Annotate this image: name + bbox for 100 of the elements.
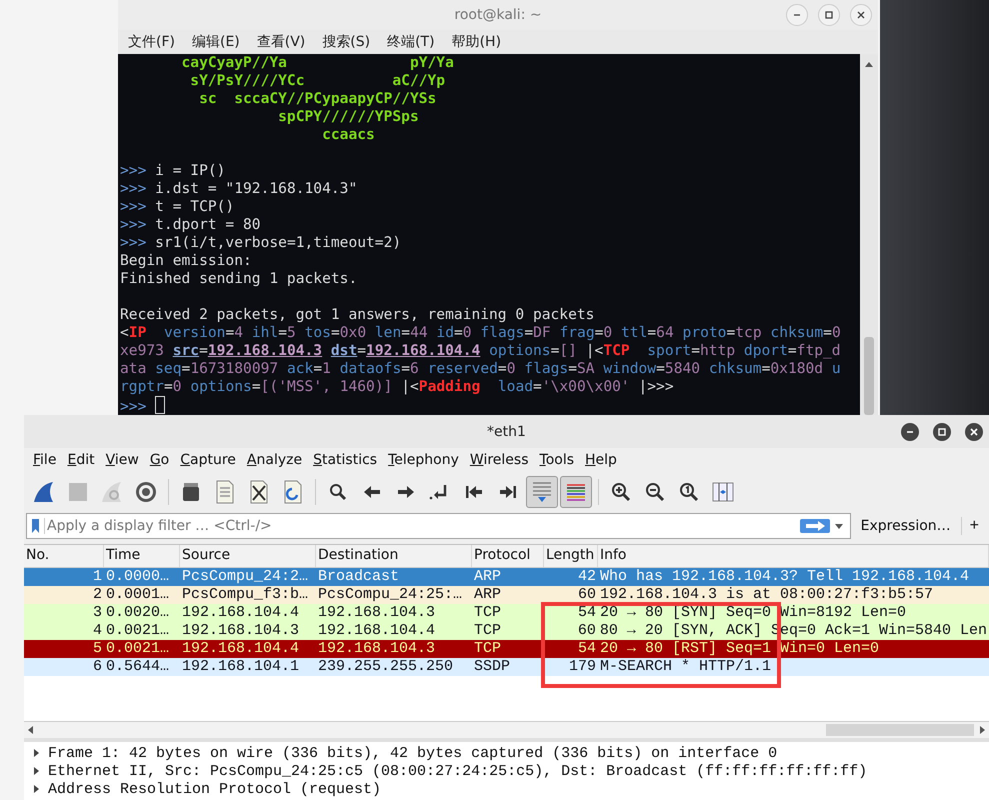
column-header[interactable]: Info	[598, 545, 989, 567]
terminal-text: 4	[234, 324, 244, 341]
terminal-text: u	[830, 360, 841, 377]
scrollbar-thumb[interactable]	[826, 724, 974, 736]
table-cell-text: 0.0021…	[105, 640, 170, 658]
terminal-text: =	[357, 342, 366, 359]
terminal-text: flags	[523, 360, 568, 377]
terminal-text: IP	[128, 324, 146, 341]
packet-row[interactable]: 5 0.0021… 192.168.104.4 192.168.104.3 TCP 54 20 → 80 [RST] Seq=1 Win=0 Len=0	[24, 640, 989, 658]
menu-item[interactable]: 编辑(E)	[192, 33, 240, 51]
table-cell-text: 192.168.104.3	[317, 604, 436, 622]
terminal-text: >>>	[120, 398, 146, 415]
expand-arrow-icon[interactable]	[32, 766, 40, 776]
scroll-up-icon[interactable]	[864, 60, 874, 68]
close-button[interactable]	[965, 423, 983, 441]
table-cell-text: 20 → 80 [RST] Seq=1 Win=0 Len=0	[599, 640, 880, 658]
terminal-text: src	[172, 342, 200, 359]
menu-item[interactable]: Statistics	[313, 452, 378, 468]
scroll-right-icon[interactable]	[978, 725, 986, 735]
scroll-left-icon[interactable]	[27, 725, 35, 735]
terminal-text: >>>	[120, 216, 146, 233]
dropdown-caret-icon[interactable]	[834, 522, 844, 530]
menu-item[interactable]: Go	[150, 452, 170, 468]
terminal-text: 6	[410, 360, 419, 377]
packet-row[interactable]: 6 0.5644… 192.168.104.1 239.255.255.250 SSDP 179 M-SEARCH * HTTP/1.1	[24, 658, 989, 676]
table-cell-text: 0.0021…	[104, 622, 170, 640]
menu-item[interactable]: Help	[585, 452, 617, 468]
terminal-text: i.dst = "192.168.104.3"	[154, 180, 358, 197]
terminal-text: 192.168.104.3	[208, 342, 322, 359]
menu-item[interactable]: Edit	[67, 452, 95, 468]
terminal-text: |>>>	[637, 378, 674, 395]
maximize-button[interactable]	[818, 4, 840, 26]
terminal-text: DF	[533, 324, 551, 341]
menu-item[interactable]: Wireless	[470, 452, 528, 468]
terminal-text: ftp_d	[796, 342, 841, 359]
table-cell-text: SSDP	[473, 658, 512, 676]
window-title: root@kali: ~	[454, 7, 542, 23]
terminal-text: =	[823, 324, 832, 341]
table-cell-text: 192.168.104.1	[181, 658, 300, 676]
table-cell-text: 60	[576, 622, 597, 640]
table-cell-text: 2	[92, 586, 103, 604]
terminal-text: SA	[577, 360, 595, 377]
column-header[interactable]: Source	[180, 545, 316, 567]
terminal-text: chksum	[708, 360, 762, 377]
terminal-text: 1673180097	[190, 360, 278, 377]
terminal-text: Padding	[418, 378, 480, 395]
table-cell-text: 54	[576, 640, 597, 658]
detail-line[interactable]: Frame 1: 42 bytes on wire (336 bits), 42 bytes captured (336 bits) on interface 0	[48, 744, 778, 762]
terminal-text: 0	[462, 324, 472, 341]
scrollbar-thumb[interactable]	[864, 337, 874, 415]
menu-item[interactable]: 帮助(H)	[452, 33, 502, 51]
column-header[interactable]: Destination	[316, 545, 472, 567]
terminal-text: options	[488, 342, 551, 359]
close-button[interactable]	[850, 4, 872, 26]
menu-item[interactable]: Telephony	[388, 452, 459, 468]
terminal-text: =	[533, 378, 542, 395]
detail-line[interactable]: Address Resolution Protocol (request)	[48, 780, 382, 798]
scrollbar[interactable]	[860, 54, 878, 415]
display-filter-field[interactable]: Apply a display filter … <Ctrl-/>	[26, 513, 851, 539]
terminal-text: Begin emission:	[120, 252, 252, 269]
horizontal-scrollbar[interactable]	[24, 721, 989, 738]
packet-row[interactable]: 1 0.0000… PcsCompu_24:2… Broadcast ARP 42 Who has 192.168.104.3? Tell 192.168.104.4	[24, 568, 989, 586]
column-header[interactable]: Time	[104, 545, 180, 567]
column-header[interactable]: Protocol	[472, 545, 544, 567]
minimize-button[interactable]	[901, 423, 919, 441]
table-cell-text: 192.168.104.3 is at 08:00:27:f3:b5:57	[599, 586, 934, 604]
maximize-button[interactable]	[933, 423, 951, 441]
table-cell-text: TCP	[473, 604, 502, 622]
menu-item[interactable]: File	[33, 452, 56, 468]
terminal-text: =	[726, 324, 736, 341]
table-cell-text: Broadcast	[317, 568, 400, 586]
column-header[interactable]: No.	[24, 545, 104, 567]
terminal-text: t.dport = 80	[154, 216, 261, 233]
packet-row[interactable]: 2 0.0001… PcsCompu_f3:b… PcsCompu_24:25:… ARP 60 192.168.104.3 is at 08:00:27:f3:b5:57	[24, 586, 989, 604]
expand-arrow-icon[interactable]	[32, 748, 40, 758]
menu-item[interactable]: 搜索(S)	[322, 33, 370, 51]
bookmark-icon[interactable]	[30, 518, 40, 534]
menu-item[interactable]: 文件(F)	[128, 33, 175, 51]
terminal-text: sr1(i/t,verbose=1,timeout=2)	[154, 234, 402, 251]
menu-item[interactable]: View	[106, 452, 139, 468]
terminal-text: ata	[120, 360, 146, 377]
menu-item[interactable]: Capture	[180, 452, 236, 468]
menu-item[interactable]: Analyze	[246, 452, 302, 468]
expression-button[interactable]: Expression…	[856, 518, 955, 534]
table-cell-text: PcsCompu_24:25:…	[317, 586, 464, 604]
table-cell-text: 0.0001…	[105, 586, 170, 604]
add-filter-button[interactable]: +	[960, 517, 987, 535]
maximize-icon	[937, 427, 947, 437]
terminal-text: =	[498, 360, 507, 377]
menu-item[interactable]: 查看(V)	[256, 33, 306, 51]
menu-item[interactable]: 终端(T)	[387, 33, 435, 51]
expand-arrow-icon[interactable]	[32, 784, 40, 794]
menu-item[interactable]: Tools	[540, 452, 574, 468]
terminal-text: =	[164, 378, 173, 395]
detail-line[interactable]: Ethernet II, Src: PcsCompu_24:25:c5 (08:00:27:24:25:c5), Dst: Broadcast (ff:ff:ff:ff:ff:ff)	[48, 762, 868, 780]
table-cell-text: 42	[576, 568, 597, 586]
close-icon	[969, 427, 979, 437]
terminal-text: >>>	[120, 198, 146, 215]
toolbar-button[interactable]	[560, 476, 592, 508]
column-header[interactable]: Length	[544, 545, 598, 567]
